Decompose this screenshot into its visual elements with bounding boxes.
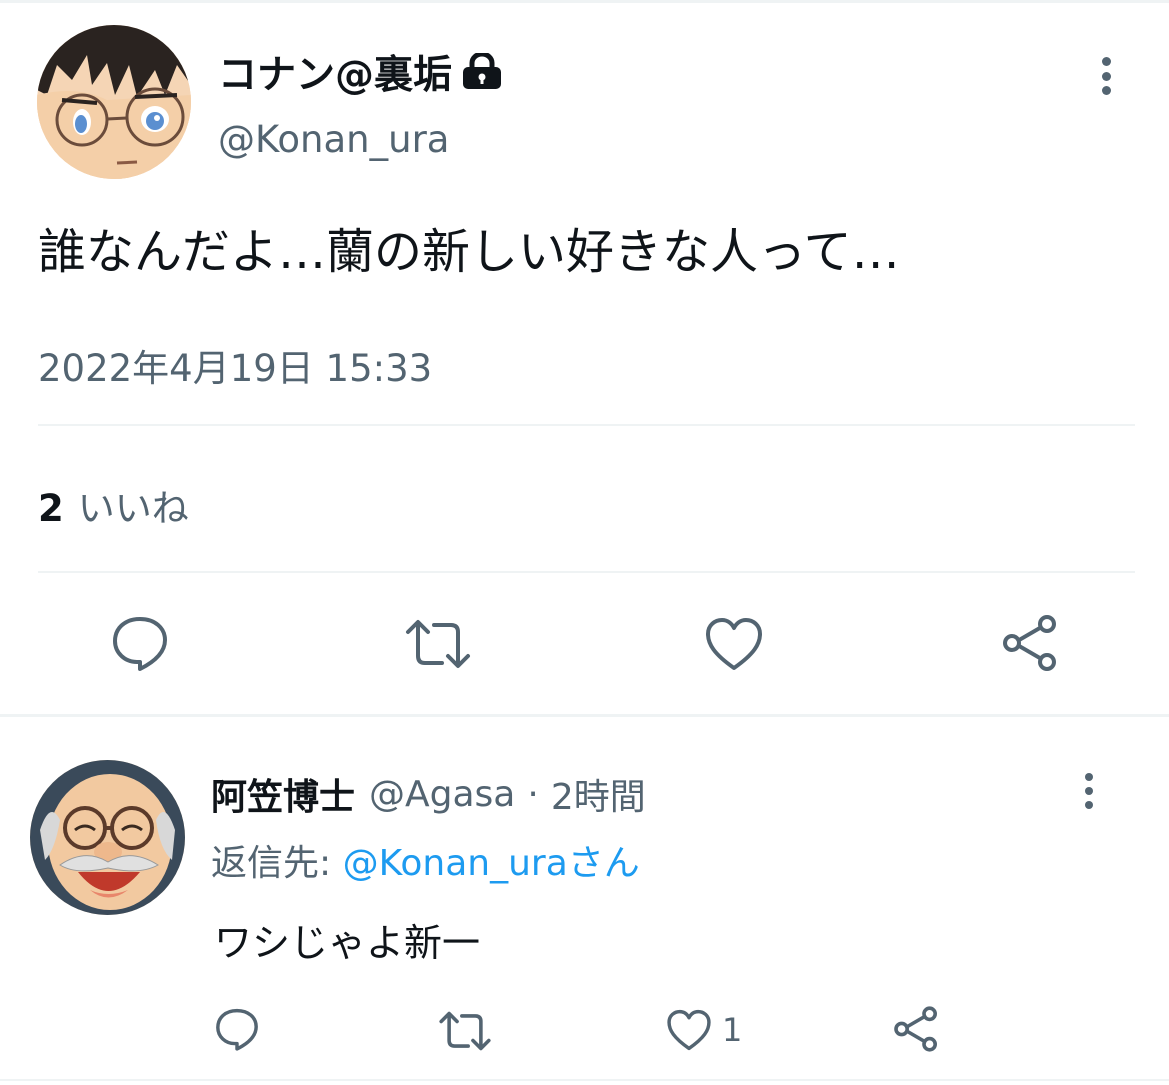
top-divider [0, 0, 1169, 3]
like-button[interactable] [704, 616, 764, 672]
reply-icon [216, 1008, 258, 1051]
main-display-name-row[interactable]: コナン@裏垢 [218, 44, 504, 100]
likes-count: 2 [38, 487, 64, 530]
likes-summary[interactable]: 2 いいね [38, 478, 189, 532]
main-tweet-date[interactable]: 2022年4月19日 15:33 [38, 338, 432, 392]
share-icon [1003, 615, 1056, 671]
share-icon [894, 1006, 937, 1052]
retweet-icon [406, 620, 470, 668]
reply-reply-button[interactable] [214, 1006, 260, 1052]
reply-timestamp[interactable]: 2時間 [551, 768, 646, 820]
share-button[interactable] [1000, 614, 1060, 672]
divider [38, 424, 1135, 426]
divider [38, 571, 1135, 573]
more-icon[interactable] [1077, 773, 1101, 809]
reply-share-button[interactable] [892, 1005, 940, 1053]
like-icon [667, 1009, 711, 1051]
reply-display-name[interactable]: 阿笠博士 [211, 768, 355, 820]
separator-dot: · [527, 773, 539, 815]
reply-icon [113, 617, 167, 671]
reply-text: ワシじゃよ新一 [214, 921, 481, 965]
bottom-divider [0, 1079, 1169, 1081]
main-handle[interactable]: @Konan_ura [218, 118, 449, 161]
like-icon [706, 618, 762, 670]
reply-handle[interactable]: @Agasa [369, 774, 515, 815]
reply-header: 阿笠博士 @Agasa · 2時間 [211, 768, 646, 820]
reply-like-count: 1 [722, 1011, 743, 1049]
main-tweet-text: 誰なんだよ…蘭の新しい好きな人って… [38, 224, 900, 280]
reply-button[interactable] [110, 614, 170, 672]
replying-to-prefix: 返信先: [211, 843, 343, 884]
retweet-button[interactable] [404, 618, 472, 670]
lock-icon [460, 53, 504, 91]
replying-to: 返信先: @Konan_uraさん [211, 834, 640, 886]
more-icon[interactable] [1093, 57, 1119, 95]
tweet-separator [0, 714, 1169, 717]
replying-to-user-link[interactable]: @Konan_uraさん [343, 843, 640, 884]
likes-label: いいね [77, 487, 189, 530]
main-display-name[interactable]: コナン@裏垢 [218, 44, 452, 100]
reply-retweet-button[interactable] [438, 1010, 492, 1052]
reply-avatar[interactable] [30, 760, 185, 915]
retweet-icon [439, 1011, 491, 1051]
main-avatar[interactable] [37, 25, 191, 179]
reply-like-button[interactable]: 1 [666, 1008, 742, 1052]
